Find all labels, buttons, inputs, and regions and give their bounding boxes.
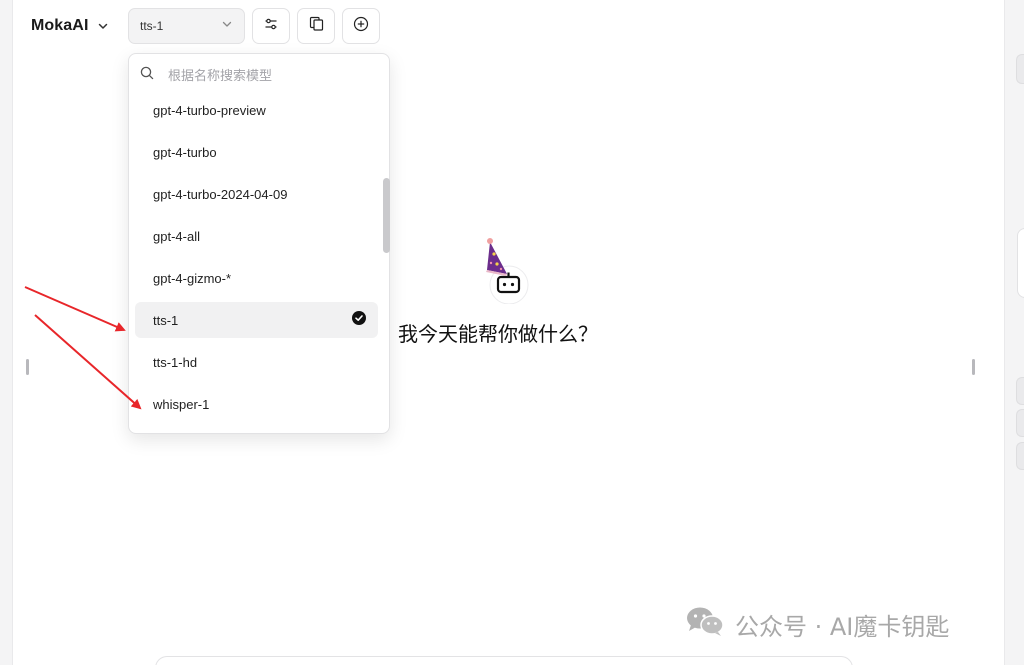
- annotation-arrows: [24, 286, 142, 410]
- arrow-to-whisper-1: [34, 314, 142, 410]
- arrow-to-tts-1: [24, 286, 126, 332]
